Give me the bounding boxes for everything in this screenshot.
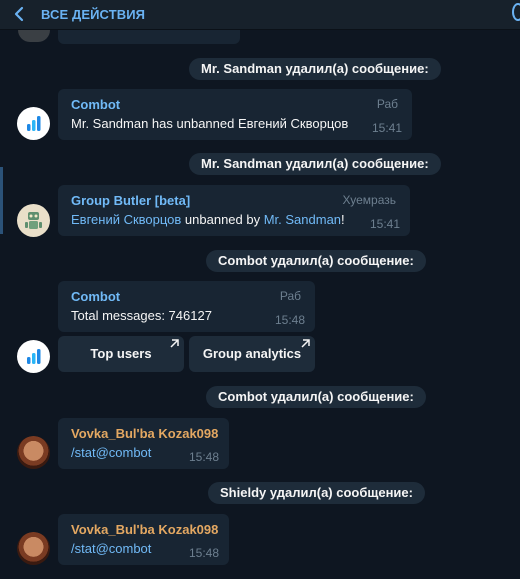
top-users-button[interactable]: Top users: [58, 336, 184, 372]
sender-name[interactable]: Vovka_Bul'ba Kozak098: [71, 522, 218, 537]
admin-badge: Раб: [279, 289, 301, 303]
message-time: 15:41: [371, 121, 402, 135]
service-message: Mr. Sandman удалил(а) сообщение:: [189, 153, 441, 175]
user-avatar[interactable]: [17, 532, 50, 565]
admin-badge: Раб: [376, 97, 398, 111]
admin-mention-link[interactable]: Mr. Sandman: [264, 212, 341, 227]
service-message: Combot удалил(а) сообщение:: [206, 386, 426, 408]
message-text: Mr. Sandman has unbanned Евгений Скворцо…: [71, 116, 349, 131]
message-time: 15:48: [188, 546, 219, 560]
sender-name[interactable]: Combot: [71, 289, 120, 304]
sender-name[interactable]: Combot: [71, 97, 120, 112]
message-text: Евгений Скворцов unbanned by Mr. Sandman…: [71, 212, 345, 227]
external-link-arrow-icon: [301, 339, 310, 348]
combot-avatar-icon[interactable]: [17, 340, 50, 373]
message-bubble: Vovka_Bul'ba Kozak098 /stat@combot 15:48: [58, 418, 229, 469]
previous-message-bubble: [58, 30, 240, 44]
message-time: 15:48: [274, 313, 305, 327]
message-bubble: Combot Раб Mr. Sandman has unbanned Евге…: [58, 89, 412, 140]
bot-command-link[interactable]: /stat@combot: [71, 445, 151, 460]
previous-avatar: [18, 30, 50, 42]
external-link-arrow-icon: [170, 339, 179, 348]
group-analytics-button[interactable]: Group analytics: [189, 336, 315, 372]
message-bubble: Combot Раб Total messages: 746127 15:48: [58, 281, 315, 332]
message-bubble: Group Butler [beta] Хуемразь Евгений Скв…: [58, 185, 410, 236]
message-text-middle: unbanned by: [181, 212, 264, 227]
admin-badge: Хуемразь: [342, 193, 397, 207]
header-title[interactable]: ВСЕ ДЕЙСТВИЯ: [41, 7, 145, 22]
header-right-icon[interactable]: [512, 3, 520, 21]
back-arrow-icon[interactable]: [12, 6, 26, 22]
combot-avatar-icon[interactable]: [17, 107, 50, 140]
service-message: Combot удалил(а) сообщение:: [206, 250, 426, 272]
bot-command-link[interactable]: /stat@combot: [71, 541, 151, 556]
user-mention-link[interactable]: Евгений Скворцов: [71, 212, 181, 227]
message-text: Total messages: 746127: [71, 308, 212, 323]
message-bubble: Vovka_Bul'ba Kozak098 /stat@combot 15:48: [58, 514, 229, 565]
top-bar: ВСЕ ДЕЙСТВИЯ: [0, 0, 520, 30]
sender-name[interactable]: Vovka_Bul'ba Kozak098: [71, 426, 218, 441]
top-users-label: Top users: [90, 346, 152, 361]
sender-name[interactable]: Group Butler [beta]: [71, 193, 190, 208]
group-analytics-label: Group analytics: [202, 346, 302, 361]
service-message: Mr. Sandman удалил(а) сообщение:: [189, 58, 441, 80]
message-text-end: !: [341, 212, 345, 227]
group-butler-robot-icon[interactable]: [17, 204, 50, 237]
service-message: Shieldy удалил(а) сообщение:: [208, 482, 425, 504]
user-avatar[interactable]: [17, 436, 50, 469]
scroll-accent: [0, 167, 3, 234]
message-time: 15:48: [188, 450, 219, 464]
message-time: 15:41: [369, 217, 400, 231]
